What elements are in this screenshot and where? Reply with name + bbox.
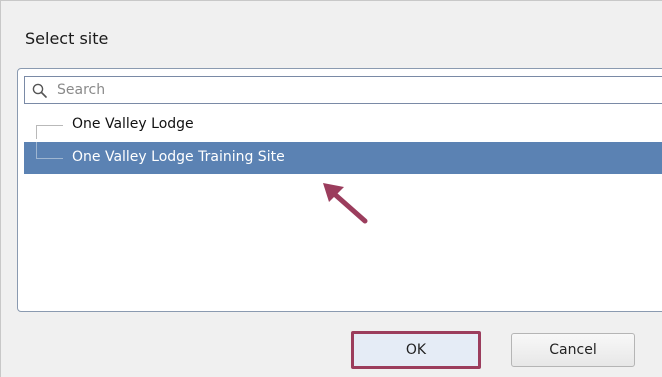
ok-button[interactable]: OK (351, 331, 481, 369)
select-site-dialog: Select site One Valley Lodge One Valley … (0, 0, 662, 377)
site-item-one-valley-lodge-training-site[interactable]: One Valley Lodge Training Site (24, 142, 662, 174)
site-item-label: One Valley Lodge (72, 116, 194, 132)
site-item-one-valley-lodge[interactable]: One Valley Lodge (24, 112, 662, 139)
arrow-pointer-icon (323, 183, 368, 224)
tree-connector (36, 125, 63, 139)
site-item-label: One Valley Lodge Training Site (72, 149, 285, 165)
tree-connector (36, 142, 63, 159)
search-icon (32, 83, 47, 98)
dialog-title: Select site (25, 29, 109, 48)
search-input[interactable] (57, 79, 657, 101)
cancel-button[interactable]: Cancel (511, 333, 635, 367)
dialog-button-bar: OK Cancel (1, 312, 662, 377)
search-box[interactable] (24, 76, 662, 104)
